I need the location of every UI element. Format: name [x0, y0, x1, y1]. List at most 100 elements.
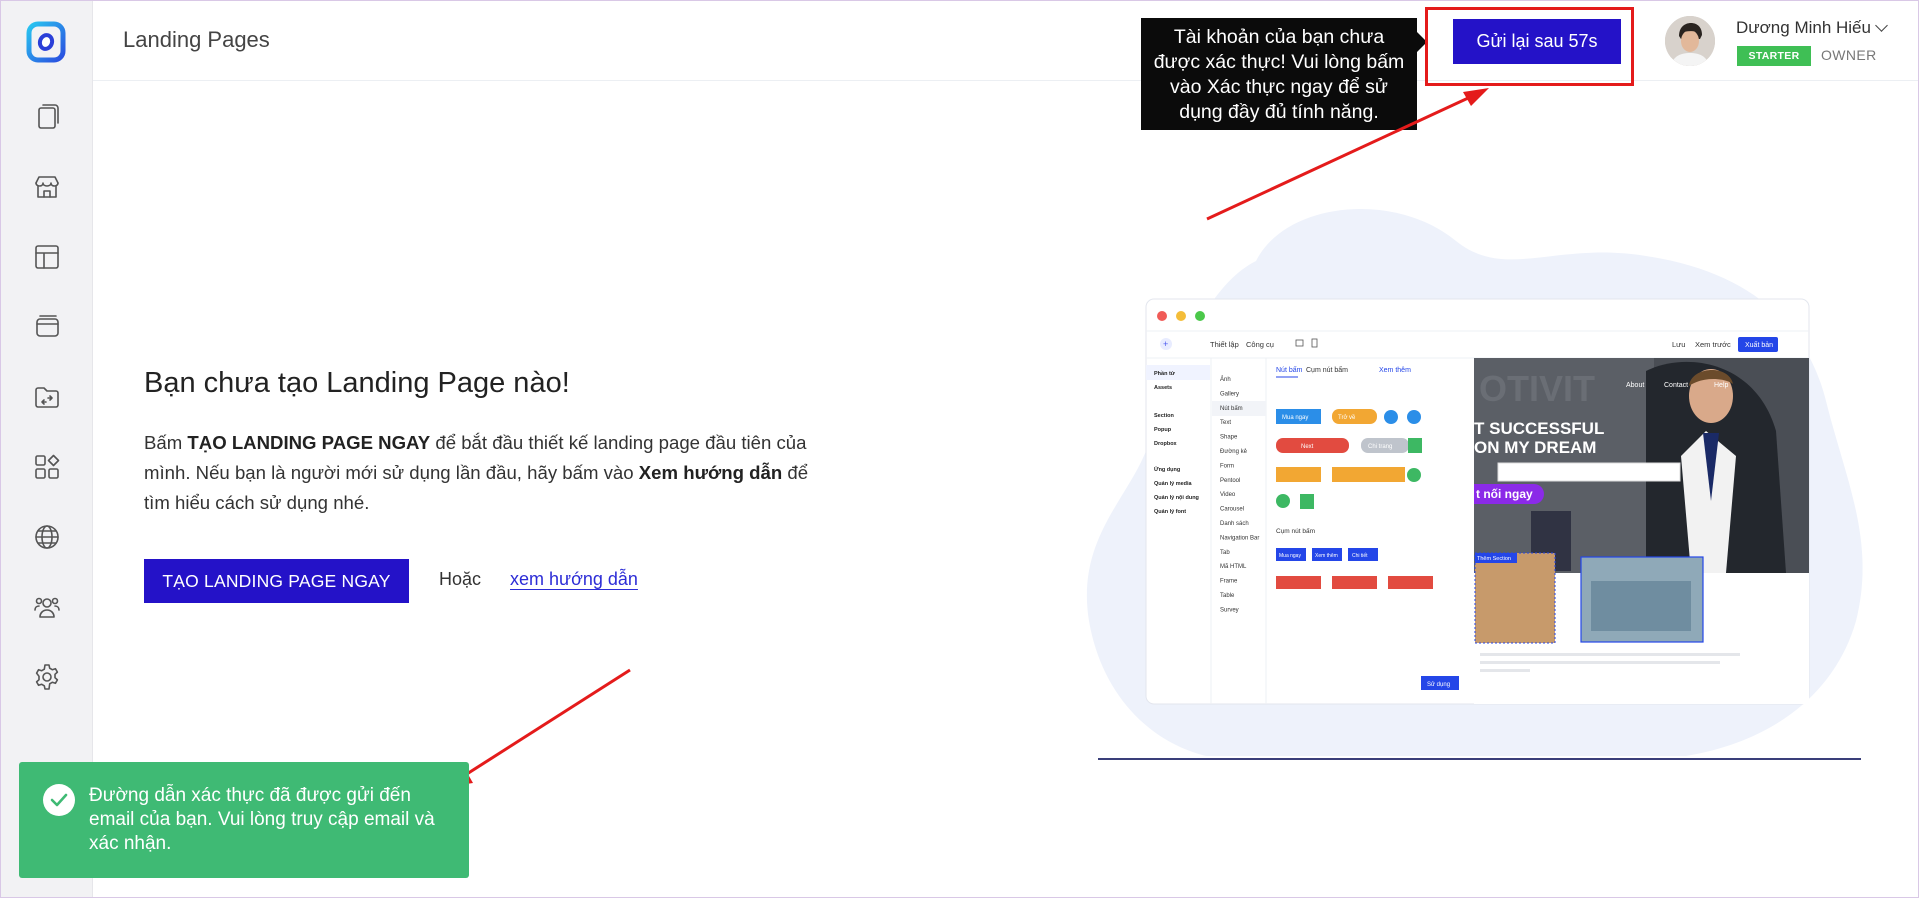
left-menu-item: Quản lý font: [1154, 509, 1186, 515]
user-name: Dương Minh Hiếu: [1736, 18, 1871, 37]
app-root: Landing Pages Tài khoản của bạn chưa đượ…: [0, 0, 1919, 898]
hero-headline-1: T SUCCESSFUL: [1474, 419, 1604, 438]
svg-text:Mua ngay: Mua ngay: [1279, 553, 1301, 559]
sidebar-item-popups[interactable]: [29, 309, 65, 345]
left-menu-item: Assets: [1154, 385, 1172, 391]
sidebar-item-pages[interactable]: [29, 99, 65, 135]
chevron-down-icon: [1875, 19, 1888, 32]
toolbar-preview: Xem trước: [1695, 340, 1731, 349]
element-list-item: Shape: [1220, 435, 1238, 441]
see-more-link: Xem thêm: [1379, 367, 1411, 374]
desc-text-1: Bấm: [144, 432, 188, 453]
toast-message: Đường dẫn xác thực đã được gửi đến email…: [89, 785, 435, 854]
left-menu-item: Ứng dụng: [1154, 466, 1180, 473]
element-list-item: Table: [1220, 593, 1235, 599]
element-list-item: Đường kẻ: [1220, 449, 1248, 455]
hero-cta: t nối ngay: [1476, 487, 1533, 501]
element-list-item: Video: [1220, 492, 1236, 498]
hero-nav-item: Help: [1714, 382, 1729, 389]
plan-badge: STARTER: [1737, 46, 1811, 66]
pages-icon: [38, 104, 59, 129]
sidebar-item-files[interactable]: [29, 379, 65, 415]
apps-icon: [35, 454, 60, 479]
panel-tab-buttons: Nút bấm: [1276, 365, 1303, 374]
toolbar-save: Lưu: [1672, 340, 1685, 349]
publish-label: Xuất bản: [1745, 340, 1773, 349]
app-logo-icon[interactable]: [26, 21, 66, 63]
element-list-item: Nút bấm: [1220, 406, 1243, 412]
sidebar-item-domains[interactable]: [29, 519, 65, 555]
folder-icon: [35, 387, 59, 408]
element-list-item: Frame: [1220, 579, 1238, 585]
sidebar-item-templates[interactable]: [29, 239, 65, 275]
page-title: Landing Pages: [123, 27, 270, 52]
top-header: Landing Pages: [93, 1, 1918, 81]
element-list-item: Form: [1220, 463, 1234, 469]
popup-icon: [36, 315, 59, 337]
left-menu-item: Section: [1154, 413, 1175, 419]
guide-link[interactable]: xem hướng dẫn: [510, 569, 638, 590]
svg-text:Xem thêm: Xem thêm: [1315, 553, 1338, 559]
left-menu-item: Phần tử: [1154, 371, 1175, 377]
element-list-item: Survey: [1220, 607, 1239, 613]
toolbar-tools: Công cụ: [1246, 340, 1274, 349]
svg-text:Chi trang: Chi trang: [1368, 444, 1392, 450]
check-circle-icon: [43, 784, 75, 816]
sidebar-item-settings[interactable]: [29, 659, 65, 695]
left-menu-item: Quản lý nội dung: [1154, 495, 1199, 501]
user-role: OWNER: [1821, 47, 1877, 63]
svg-text:OTIVIT: OTIVIT: [1479, 368, 1595, 409]
resend-verification-button[interactable]: Gửi lại sau 57s: [1453, 19, 1621, 64]
user-menu-toggle[interactable]: Dương Minh Hiếu: [1736, 18, 1888, 38]
window-close-dot: [1157, 311, 1167, 321]
toolbar-settings: Thiết lập: [1210, 340, 1239, 349]
svg-text:Next: Next: [1301, 444, 1314, 450]
success-toast[interactable]: Đường dẫn xác thực đã được gửi đến email…: [19, 762, 469, 878]
hero-headline-2: ON MY DREAM: [1474, 438, 1596, 457]
element-toolbar: [1497, 462, 1681, 482]
store-icon: [35, 176, 59, 198]
group-label: Cụm nút bấm: [1276, 526, 1315, 535]
svg-text:Chi tiết: Chi tiết: [1352, 553, 1368, 559]
annotation-arrow-bottom: [458, 668, 631, 781]
element-list-item: Navigation Bar: [1220, 535, 1259, 541]
desc-bold-1: TẠO LANDING PAGE NGAY: [187, 432, 431, 453]
svg-text:+: +: [1163, 339, 1168, 349]
editor-window: + Thiết lập Công cụ Lưu Xem trước Xuất b…: [1145, 298, 1810, 705]
panel-tab-groups: Cụm nút bấm: [1306, 365, 1348, 374]
globe-icon: [35, 525, 59, 549]
sidebar-item-apps[interactable]: [29, 449, 65, 485]
svg-text:Sử dụng: Sử dụng: [1427, 681, 1450, 688]
window-max-dot: [1195, 311, 1205, 321]
sidebar-item-team[interactable]: [29, 589, 65, 625]
editor-illustration: + Thiết lập Công cụ Lưu Xem trước Xuất b…: [1086, 208, 1863, 760]
left-menu-item: Popup: [1154, 427, 1172, 433]
element-list-item: Text: [1220, 420, 1231, 426]
empty-state-description: Bấm TẠO LANDING PAGE NGAY để bắt đầu thi…: [144, 428, 814, 518]
empty-state-title: Bạn chưa tạo Landing Page nào!: [144, 367, 570, 399]
create-landing-page-button[interactable]: TẠO LANDING PAGE NGAY: [144, 559, 409, 603]
element-list-item: Gallery: [1220, 391, 1239, 397]
verification-tooltip: Tài khoản của bạn chưa được xác thực! Vu…: [1141, 18, 1427, 130]
element-list-item: Ảnh: [1220, 376, 1231, 383]
hero-nav-item: About: [1626, 382, 1644, 389]
user-avatar[interactable]: [1665, 16, 1715, 66]
svg-text:Trở về: Trở về: [1338, 414, 1356, 421]
hero-nav-item: Contact: [1664, 382, 1688, 389]
add-section-label: Thêm Section: [1477, 556, 1511, 562]
or-text: Hoặc: [439, 569, 482, 589]
sidebar-item-store[interactable]: [29, 169, 65, 205]
svg-text:Mua ngay: Mua ngay: [1282, 415, 1308, 421]
left-menu-item: Dropbox: [1154, 441, 1178, 447]
template-icon: [35, 245, 59, 269]
element-list-item: Mã HTML: [1220, 564, 1247, 570]
settings-icon: [35, 664, 59, 690]
window-min-dot: [1176, 311, 1186, 321]
team-icon: [34, 597, 60, 618]
element-list-item: Danh sách: [1220, 521, 1249, 527]
left-menu-item: Quản lý media: [1154, 481, 1193, 487]
element-list-item: Pentool: [1220, 478, 1240, 484]
element-list-item: Carousel: [1220, 507, 1244, 513]
desc-bold-2: Xem hướng dẫn: [638, 462, 783, 483]
element-list-item: Tab: [1220, 550, 1230, 556]
